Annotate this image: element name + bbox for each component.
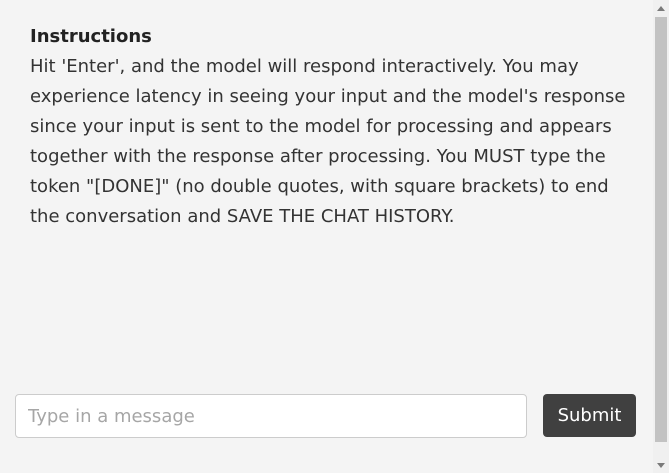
instructions-text: Hit 'Enter', and the model will respond … — [30, 56, 626, 227]
scrollbar-thumb[interactable] — [655, 17, 667, 442]
message-input[interactable] — [15, 394, 527, 438]
submit-button[interactable]: Submit — [543, 394, 636, 437]
message-composer: Submit — [15, 394, 637, 438]
chat-page: Instructions Hit 'Enter', and the model … — [0, 0, 669, 473]
chevron-down-icon[interactable] — [653, 457, 669, 473]
instructions-title: Instructions — [30, 26, 152, 47]
chevron-up-icon[interactable] — [653, 0, 669, 16]
chat-panel: Instructions Hit 'Enter', and the model … — [0, 0, 653, 473]
instructions-block: Instructions Hit 'Enter', and the model … — [30, 22, 630, 232]
vertical-scrollbar[interactable] — [653, 0, 669, 473]
